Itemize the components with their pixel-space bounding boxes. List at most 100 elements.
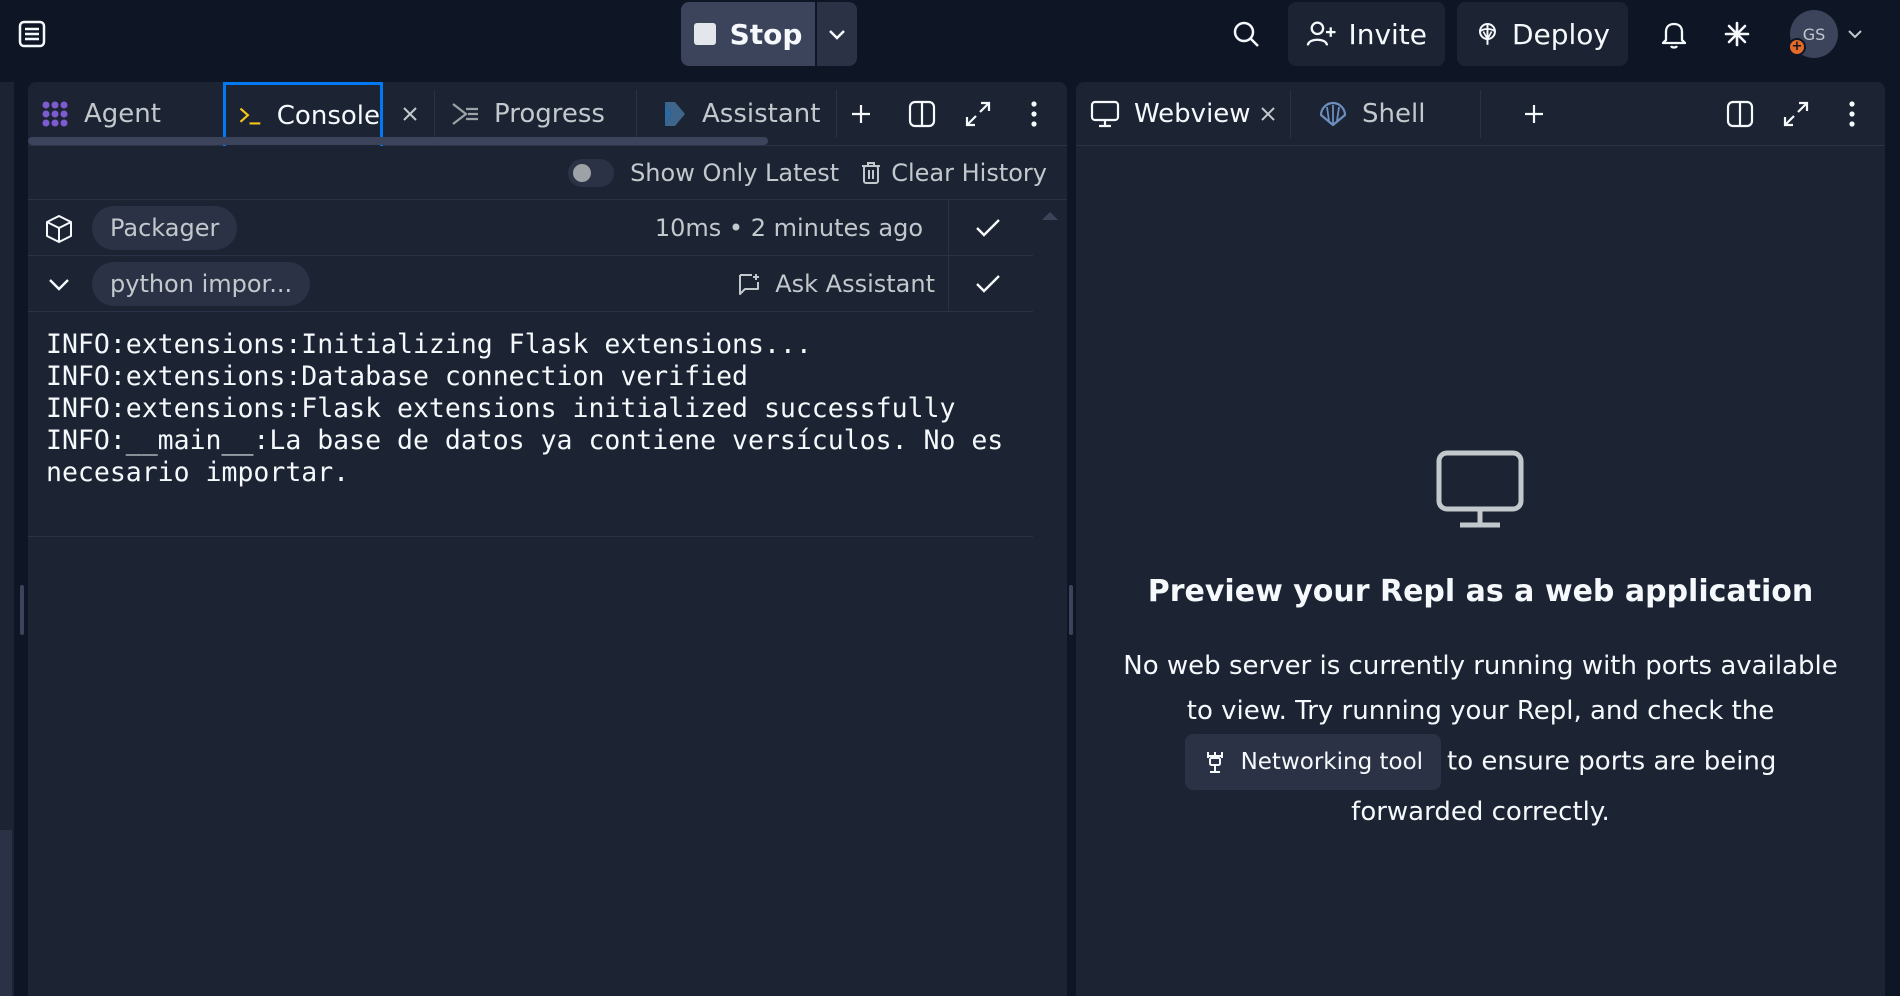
log-line: INFO:extensions:Database connection veri… — [46, 361, 748, 392]
add-tab-button[interactable] — [841, 94, 881, 134]
avatar-badge: + — [1788, 38, 1806, 56]
check-icon — [968, 266, 1008, 302]
show-only-latest-label: Show Only Latest — [630, 158, 840, 187]
run-control-group: Stop — [681, 2, 857, 66]
stop-button[interactable]: Stop — [681, 2, 815, 66]
left-tab-bar: Agent Console Progress Assistant — [28, 82, 1067, 146]
package-icon — [44, 214, 74, 244]
left-edge-scrollbar[interactable] — [0, 830, 12, 996]
chevron-down-icon — [1848, 30, 1862, 39]
chevron-down-icon[interactable] — [44, 270, 74, 300]
maximize-pane-button[interactable] — [1776, 94, 1816, 134]
entry-chip[interactable]: Packager — [92, 206, 238, 250]
top-bar: Stop Invite Deploy GS + — [0, 0, 1900, 68]
whats-new-button[interactable] — [1717, 14, 1757, 54]
tab-console-label: Console — [276, 100, 380, 131]
bell-icon — [1661, 22, 1687, 49]
trash-icon — [862, 161, 881, 184]
monitor-icon — [1090, 100, 1120, 128]
tab-divider — [1290, 90, 1291, 138]
monitor-icon — [1436, 450, 1524, 530]
avatar-initials: GS — [1802, 24, 1826, 44]
network-icon — [1206, 752, 1223, 773]
tab-assistant-label: Assistant — [702, 99, 821, 129]
split-pane-button[interactable] — [1720, 94, 1760, 134]
tab-divider — [434, 90, 435, 138]
show-only-latest-toggle[interactable]: Show Only Latest — [568, 158, 840, 187]
ask-assistant-button[interactable]: Ask Assistant — [737, 256, 935, 312]
deploy-icon — [1478, 23, 1496, 45]
preview-title: Preview your Repl as a web application — [1147, 574, 1814, 609]
tab-progress-label: Progress — [494, 99, 605, 129]
console-entry: Packager 10ms • 2 minutes ago — [28, 200, 1033, 256]
avatar[interactable]: GS + — [1788, 10, 1838, 58]
notifications-button[interactable] — [1654, 14, 1694, 54]
networking-tool-button[interactable]: Networking tool — [1184, 734, 1442, 790]
pane-resize-handle[interactable] — [1069, 585, 1073, 635]
plus-icon — [1525, 105, 1543, 123]
stop-button-label: Stop — [729, 17, 803, 51]
close-icon — [403, 107, 417, 121]
console-pane: Agent Console Progress Assistant Show On… — [28, 82, 1067, 996]
agent-icon — [42, 101, 68, 127]
tab-webview-label: Webview — [1134, 99, 1251, 129]
log-line: INFO:extensions:Initializing Flask exten… — [46, 329, 812, 360]
clear-history-label: Clear History — [891, 158, 1047, 187]
deploy-label: Deploy — [1511, 17, 1610, 51]
pane-more-button[interactable] — [1014, 94, 1054, 134]
invite-button[interactable]: Invite — [1288, 2, 1445, 66]
clear-history-button[interactable]: Clear History — [861, 159, 1047, 187]
tab-shell-label: Shell — [1362, 99, 1426, 129]
pane-more-button[interactable] — [1832, 94, 1872, 134]
webview-pane: Webview Shell Preview your Repl as a web… — [1076, 82, 1885, 996]
entry-chip[interactable]: python impor... — [92, 262, 311, 306]
invite-label: Invite — [1348, 17, 1427, 51]
add-tab-button[interactable] — [1514, 94, 1554, 134]
toggle-switch[interactable] — [568, 158, 615, 187]
close-webview-tab[interactable] — [1248, 94, 1288, 134]
console-toolbar: Show Only Latest Clear History — [28, 146, 1067, 200]
split-pane-icon — [1726, 100, 1754, 128]
split-pane-button[interactable] — [902, 94, 942, 134]
search-icon — [1233, 21, 1259, 47]
left-resize-handle[interactable] — [20, 585, 24, 635]
ask-assistant-label: Ask Assistant — [775, 270, 935, 298]
deploy-button[interactable]: Deploy — [1457, 2, 1628, 66]
console-icon — [239, 107, 261, 125]
account-menu[interactable]: GS + — [1788, 10, 1864, 58]
entry-divider — [948, 200, 949, 256]
expand-icon — [1783, 101, 1809, 127]
run-options-dropdown[interactable] — [817, 2, 857, 66]
networking-tool-label: Networking tool — [1240, 748, 1424, 775]
plus-icon — [852, 105, 870, 123]
shell-icon — [1319, 101, 1347, 127]
check-icon — [968, 210, 1008, 246]
progress-icon — [452, 103, 478, 125]
asterisk-icon — [1724, 21, 1750, 47]
maximize-pane-button[interactable] — [958, 94, 998, 134]
preview-text-before: No web server is currently running with … — [1123, 651, 1838, 726]
scroll-up-arrow[interactable] — [1042, 212, 1058, 220]
toggle-knob — [573, 163, 592, 182]
tab-divider — [836, 90, 837, 138]
console-output: INFO:extensions:Initializing Flask exten… — [28, 313, 1033, 537]
assistant-icon — [665, 102, 685, 126]
log-line: INFO:extensions:Flask extensions initial… — [46, 393, 956, 424]
right-tab-bar: Webview Shell — [1076, 82, 1885, 146]
chevron-down-icon — [829, 30, 845, 40]
tab-agent-label: Agent — [84, 99, 161, 129]
entry-timing: 10ms • 2 minutes ago — [654, 214, 923, 242]
sidebar-toggle-icon[interactable] — [14, 16, 50, 52]
search-button[interactable] — [1226, 14, 1266, 54]
stop-icon — [693, 23, 716, 45]
tab-scrollbar[interactable] — [28, 137, 768, 145]
close-icon — [1261, 107, 1275, 121]
tab-divider — [636, 90, 637, 138]
console-entry: python impor... Ask Assistant — [28, 256, 1033, 312]
more-vertical-icon — [1849, 101, 1855, 127]
log-line: INFO:__main__:La base de datos ya contie… — [46, 425, 1020, 488]
tab-divider — [1480, 90, 1481, 138]
entry-divider — [948, 256, 949, 312]
more-vertical-icon — [1031, 101, 1037, 127]
expand-icon — [965, 101, 991, 127]
